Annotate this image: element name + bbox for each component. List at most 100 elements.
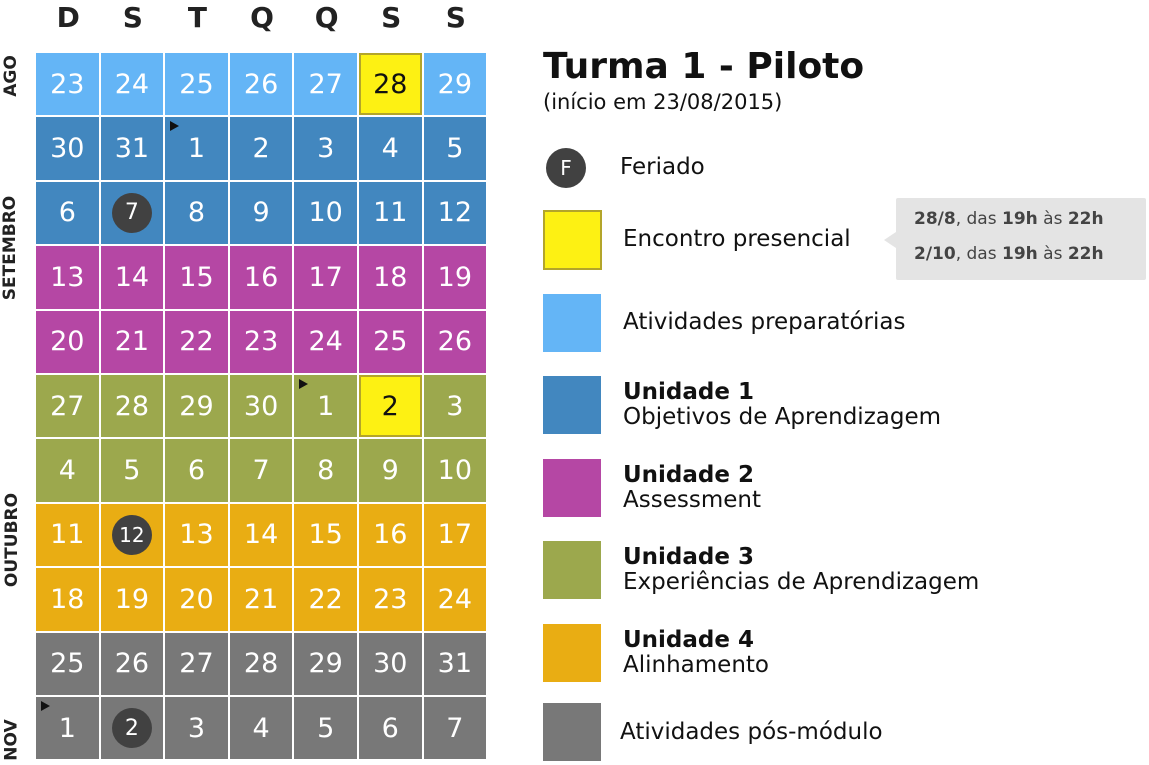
calendar-day-cell: 4 [358,117,422,180]
calendar-day-cell: 11 [36,503,99,567]
calendar-day-cell: 3 [165,696,228,760]
day-number: 26 [437,326,473,358]
day-number: 5 [446,133,464,165]
calendar-day-cell: 17 [294,246,357,309]
calendar-day-cell: 8 [294,439,357,502]
calendar-day-cell: 15 [294,503,357,567]
calendar-day-cell: 27 [294,53,357,116]
legend-presencial-label: Encontro presencial [623,226,851,252]
calendar-day-cell: 31 [100,117,164,180]
calendar-day-cell: 27 [36,374,99,438]
calendar-day-cell: 23 [358,568,422,631]
day-number: 5 [317,712,335,744]
weekday-thu: Q [314,1,339,34]
day-number: 19 [437,261,473,293]
calendar-day-cell: 1 [36,696,99,760]
calendar-day-cell: 30 [229,374,293,438]
day-number: 4 [381,133,399,165]
calendar-day-cell: 5 [100,439,164,502]
calendar-day-cell: 4 [36,439,99,502]
calendar-day-cell: 29 [423,53,487,116]
day-number: 27 [179,648,214,680]
calendar-day-cell: 16 [229,246,293,309]
calendar-day-cell: 28 [229,632,293,695]
weekday-mon: S [122,1,143,34]
day-number: 29 [308,648,343,680]
legend-swatch-u3 [543,541,601,599]
day-number: 28 [243,648,279,680]
legend-swatch-pos [543,703,601,761]
calendar-day-cell: 26 [423,310,487,373]
day-number: 10 [437,455,473,487]
calendar-day-cell: 21 [100,310,164,373]
calendar-day-cell: 25 [36,632,99,695]
day-number: 26 [114,648,150,680]
day-number: 16 [373,519,408,551]
calendar-day-cell: 8 [165,181,228,245]
callout-line-1: 28/8, das 19h às 22h [914,209,1104,229]
day-number: 1 [187,133,206,165]
day-number: 15 [308,519,343,551]
calendar-day-cell: 6 [165,439,228,502]
day-number: 6 [381,712,399,744]
day-number: 30 [373,648,408,680]
legend-prep-label: Atividades preparatórias [623,309,906,335]
presencial-dates-callout: 28/8, das 19h às 22h 2/10, das 19h às 22… [884,198,1146,280]
day-number: 25 [179,68,214,100]
month-label-outubro: OUTUBRO [2,492,23,588]
day-number: 28 [373,68,408,100]
day-number: 28 [114,390,150,422]
day-number: 1 [317,390,335,422]
legend-swatch-u4 [543,624,601,682]
legend-u3-desc: Experiências de Aprendizagem [623,569,980,595]
calendar-day-cell: 13 [165,503,228,567]
legend-u1-desc: Objetivos de Aprendizagem [623,404,942,430]
day-number: 11 [373,197,408,229]
calendar-day-cell: 18 [36,568,99,631]
calendar-grid: 23 24 25 26 27 28 29 30 31 1 2 3 4 5 6 7 8 9 10 11 12 13 14 15 1… [36,53,487,760]
weekday-wed: Q [250,1,274,34]
calendar-day-cell: 9 [229,181,293,245]
day-number: 7 [446,712,464,744]
legend-u3-title: Unidade 3 [623,544,754,570]
day-number: 4 [252,712,270,744]
day-number: 22 [179,326,214,358]
day-number: 8 [187,197,206,229]
month-label-nov: NOV [1,719,22,761]
calendar-day-cell: 2 [100,696,164,760]
day-number: 21 [114,326,150,358]
calendar-day-cell: 30 [358,632,422,695]
calendar-day-cell: 20 [36,310,99,373]
weekday-tue: T [187,1,208,34]
day-number: 8 [317,455,335,487]
calendar-day-cell: 17 [423,503,487,567]
legend-swatch-u2 [543,459,601,517]
day-number: 2 [381,390,399,422]
day-number: 26 [243,68,279,100]
day-number: 25 [373,326,408,358]
day-number: 3 [187,712,206,744]
holiday-marker-icon: 7 [111,192,152,233]
calendar-day-cell: 14 [100,246,164,309]
calendar-day-cell: 2 [358,374,422,438]
calendar-day-cell: 29 [294,632,357,695]
calendar-day-cell: 22 [294,568,357,631]
calendar-day-cell: 29 [165,374,228,438]
day-number: 6 [58,197,76,229]
weekday-sun: D [56,1,80,34]
legend-u2-desc: Assessment [623,487,761,513]
calendar-day-cell: 30 [36,117,99,180]
day-number: 24 [308,326,343,358]
month-start-marker-icon [299,378,309,389]
day-number: 27 [308,68,343,100]
day-number: 27 [50,390,85,422]
legend-u4-desc: Alinhamento [623,652,769,678]
day-number: 30 [50,133,85,165]
calendar-day-cell: 1 [294,374,357,438]
day-number: 6 [187,455,206,487]
day-number: 9 [381,455,399,487]
calendar-day-cell: 10 [294,181,357,245]
calendar-day-cell: 12 [100,503,164,567]
day-number: 29 [437,68,473,100]
day-number: 20 [179,583,214,615]
